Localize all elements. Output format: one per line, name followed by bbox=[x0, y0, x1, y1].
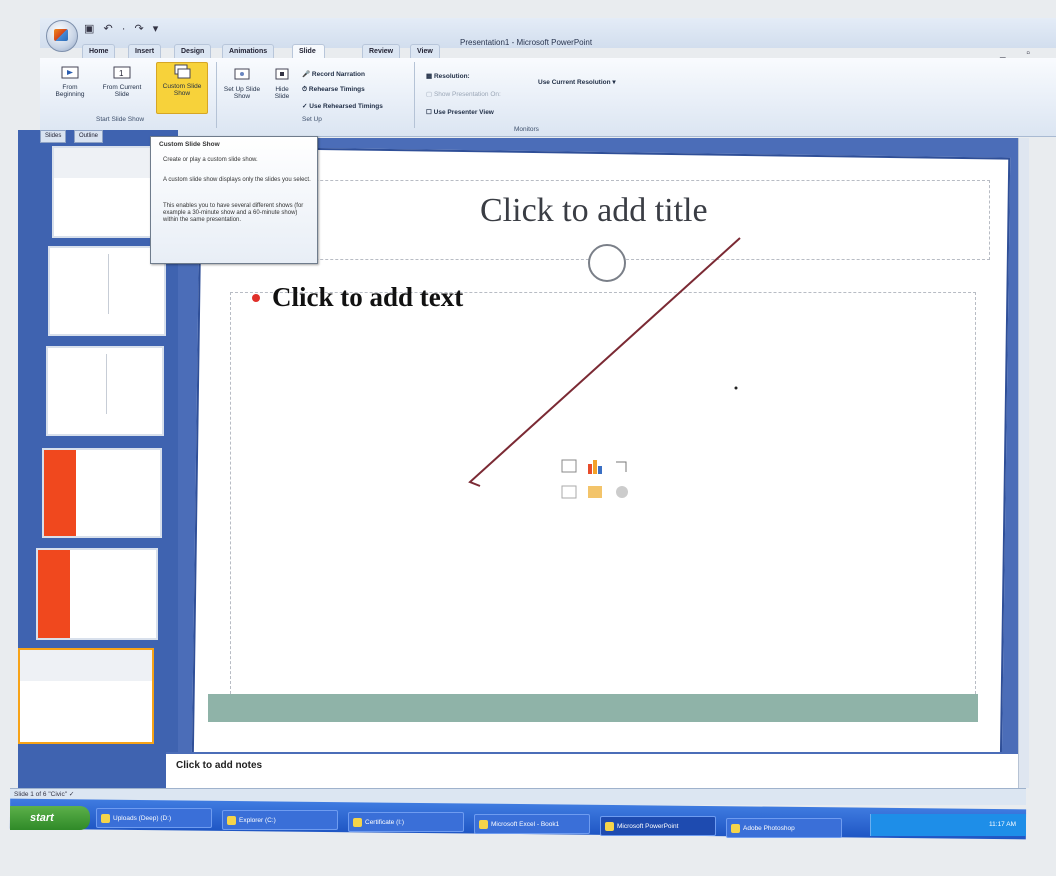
status-text: Slide 1 of 6 "Civic" ✓ bbox=[14, 791, 75, 798]
drawn-line-overlay bbox=[468, 237, 741, 487]
notes-placeholder[interactable]: Click to add notes bbox=[176, 760, 262, 771]
custom-slide-show-tooltip: Custom Slide Show Create or play a custo… bbox=[150, 136, 318, 264]
insert-chart-icon[interactable] bbox=[588, 464, 592, 474]
taskbar-item[interactable]: Uploads (Deep) (D:) bbox=[96, 808, 212, 828]
tooltip-title: Custom Slide Show bbox=[159, 141, 220, 148]
insert-table-icon[interactable] bbox=[561, 459, 577, 473]
insert-smartart-icon[interactable] bbox=[616, 461, 627, 472]
taskbar-item[interactable]: Microsoft PowerPoint bbox=[600, 816, 716, 836]
slide-footer-band bbox=[208, 694, 978, 722]
insert-picture-icon[interactable] bbox=[561, 485, 577, 499]
insert-content-icons[interactable] bbox=[560, 458, 640, 508]
tooltip-line-3: This enables you to have several differe… bbox=[163, 203, 304, 223]
taskbar-item[interactable]: Explorer (C:) bbox=[222, 810, 338, 830]
taskbar-item[interactable]: Microsoft Excel - Book1 bbox=[474, 814, 590, 834]
tooltip-line-2: A custom slide show displays only the sl… bbox=[163, 177, 311, 183]
stray-dot bbox=[734, 386, 738, 390]
system-tray[interactable]: 11:17 AM bbox=[870, 814, 1026, 836]
drawn-line-icon bbox=[468, 237, 741, 487]
taskbar-item[interactable]: Certificate (I:) bbox=[348, 812, 464, 832]
notes-pane[interactable] bbox=[166, 752, 1018, 788]
taskbar-item[interactable]: Adobe Photoshop bbox=[726, 818, 842, 838]
insert-media-icon[interactable] bbox=[616, 486, 628, 498]
start-button[interactable]: start bbox=[10, 806, 90, 830]
clock: 11:17 AM bbox=[989, 821, 1016, 828]
insert-clipart-icon[interactable] bbox=[588, 486, 602, 498]
tooltip-line-1: Create or play a custom slide show. bbox=[163, 157, 258, 163]
